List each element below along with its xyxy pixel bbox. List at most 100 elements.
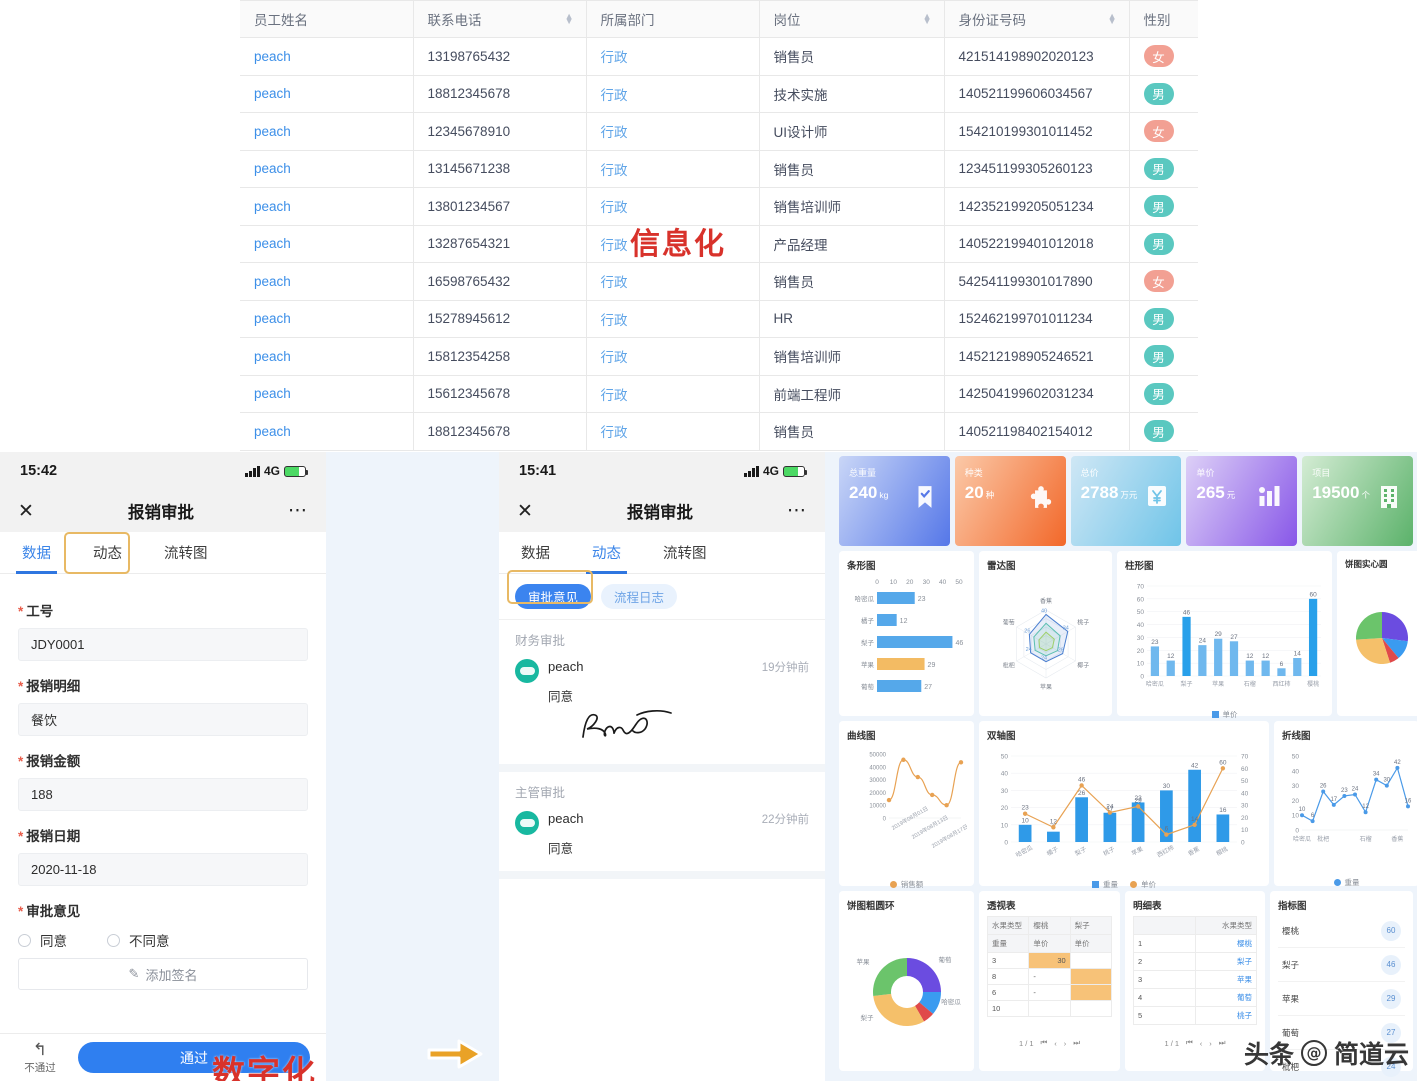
tab-1[interactable]: 动态 [586, 532, 627, 574]
close-icon[interactable]: ✕ [517, 502, 533, 521]
svg-text:24: 24 [1199, 638, 1207, 645]
table-row[interactable]: peach 13145671238 行政 销售员 123451199305260123 男 [240, 150, 1198, 188]
cell-name[interactable]: peach [240, 412, 414, 451]
cell-gender: 男 [1129, 375, 1198, 413]
cell-department[interactable]: 行政 [586, 75, 760, 113]
pencil-icon: ✎ [128, 966, 140, 981]
kpi-card-1[interactable]: 种类 20 种 [954, 456, 1066, 546]
cell-department[interactable]: 行政 [586, 300, 760, 338]
svg-text:10: 10 [1137, 661, 1145, 668]
table-row[interactable]: peach 13198765432 行政 销售员 421514198902020123 女 [240, 37, 1198, 76]
field-input-1[interactable]: 餐饮 [18, 703, 308, 736]
pivot-pager[interactable]: 1 / 1 ⏮ ‹ › ⏭ [987, 1038, 1112, 1048]
cell-name[interactable]: peach [240, 112, 414, 151]
last-page-icon[interactable]: ⏭ [1073, 1038, 1080, 1048]
detail-cell-fruit[interactable]: 苹果 [1194, 970, 1258, 989]
cell-department[interactable]: 行政 [586, 150, 760, 188]
cell-name[interactable]: peach [240, 375, 414, 413]
gender-badge: 男 [1143, 345, 1174, 368]
field-input-2[interactable]: 188 [18, 778, 308, 811]
table-row[interactable]: peach 18812345678 行政 销售员 140521198402154012 男 [240, 412, 1198, 451]
prev-page-icon[interactable]: ‹ [1200, 1039, 1203, 1048]
table-row[interactable]: peach 16598765432 行政 销售员 542541199301017890 女 [240, 262, 1198, 301]
cell-department[interactable]: 行政 [586, 337, 760, 376]
detail-cell-fruit[interactable]: 桃子 [1194, 1006, 1258, 1025]
cell-department[interactable]: 行政 [586, 412, 760, 451]
sort-icon[interactable]: ▲ ▼ [1108, 12, 1117, 26]
detail-cell-index: 2 [1133, 952, 1196, 971]
field-input-0[interactable]: JDY0001 [18, 628, 308, 661]
close-icon[interactable]: ✕ [18, 502, 34, 521]
table-row[interactable]: peach 15612345678 行政 前端工程师 14250419960203123… [240, 375, 1198, 413]
cell-department[interactable]: 行政 [586, 375, 760, 413]
svg-text:24: 24 [1041, 656, 1047, 662]
cell-phone: 13145671238 [413, 150, 587, 188]
column-header-1[interactable]: 联系电话 ▲ ▼ [413, 0, 587, 38]
kpi-card-0[interactable]: 总重量 240 kg [839, 456, 950, 546]
card-title: 指标图 [1278, 901, 1307, 912]
detail-pager[interactable]: 1 / 1 ⏮ ‹ › ⏭ [1133, 1038, 1257, 1048]
last-page-icon[interactable]: ⏭ [1219, 1038, 1226, 1048]
cell-department[interactable]: 行政 [586, 37, 760, 76]
column-header-4[interactable]: 身份证号码 ▲ ▼ [944, 0, 1130, 38]
cell-name[interactable]: peach [240, 337, 414, 376]
cell-name[interactable]: peach [240, 75, 414, 113]
detail-cell-fruit[interactable]: 樱桃 [1194, 934, 1258, 953]
table-row[interactable]: peach 12345678910 行政 UI设计师 15421019930101145… [240, 112, 1198, 151]
tab-2[interactable]: 流转图 [164, 532, 208, 574]
dual-legend: 重量 单价 [987, 879, 1261, 890]
column-header-3[interactable]: 岗位 ▲ ▼ [759, 0, 945, 38]
cell-department[interactable]: 行政 [586, 112, 760, 151]
tab-2[interactable]: 流转图 [663, 532, 707, 574]
kpi-card-2[interactable]: 总价 2788 万元 [1070, 456, 1182, 546]
svg-text:40000: 40000 [869, 765, 886, 771]
prev-page-icon[interactable]: ‹ [1054, 1039, 1057, 1048]
next-page-icon[interactable]: › [1064, 1039, 1067, 1048]
first-page-icon[interactable]: ⏮ [1186, 1038, 1193, 1048]
field-input-3[interactable]: 2020-11-18 [18, 853, 308, 886]
detail-cell-fruit[interactable]: 葡萄 [1194, 988, 1258, 1007]
table-row[interactable]: peach 18812345678 行政 技术实施 140521199606034567… [240, 75, 1198, 113]
next-page-icon[interactable]: › [1209, 1039, 1212, 1048]
add-signature-button[interactable]: ✎ 添加签名 [18, 958, 308, 990]
kpi-card-4[interactable]: 项目 19500 个 [1302, 456, 1413, 546]
tab-0[interactable]: 数据 [521, 532, 550, 574]
cell-name[interactable]: peach [240, 150, 414, 188]
svg-text:梨子: 梨子 [1181, 680, 1193, 688]
cell-name[interactable]: peach [240, 187, 414, 226]
reject-button[interactable]: ↰ 不通过 [16, 1041, 64, 1075]
cell-name[interactable]: peach [240, 262, 414, 301]
pivot-cell-weight: 8 [987, 968, 1030, 985]
column-header-5: 性别 [1129, 0, 1198, 38]
indicator-label: 樱桃 [1282, 925, 1300, 936]
segment-0[interactable]: 审批意见 [515, 584, 592, 609]
log-comment: 同意 [548, 690, 574, 704]
kpi-title: 总价 [1080, 468, 1099, 478]
cell-name[interactable]: peach [240, 37, 414, 76]
tab-1[interactable]: 动态 [93, 532, 122, 574]
cell-name[interactable]: peach [240, 225, 414, 263]
pivot-cell-pear [1069, 1000, 1112, 1017]
kpi-card-3[interactable]: 单价 265 元 [1186, 456, 1298, 546]
gender-badge: 男 [1143, 382, 1174, 405]
radio-option-0[interactable]: 同意 [18, 930, 67, 950]
more-icon[interactable]: ⋯ [288, 501, 308, 521]
cell-position: 销售员 [759, 412, 945, 451]
sort-icon[interactable]: ▲ ▼ [923, 12, 932, 26]
more-icon[interactable]: ⋯ [787, 501, 807, 521]
sort-icon[interactable]: ▲ ▼ [565, 12, 574, 26]
log-comment: 同意 [548, 842, 574, 856]
detail-cell-fruit[interactable]: 梨子 [1194, 952, 1258, 971]
signature-image [582, 709, 672, 738]
radio-option-1[interactable]: 不同意 [107, 930, 170, 950]
cell-name[interactable]: peach [240, 300, 414, 338]
svg-text:20000: 20000 [869, 791, 886, 797]
required-marker: * [18, 829, 24, 844]
cell-department[interactable]: 行政 [586, 262, 760, 301]
table-row: 6- [987, 984, 1112, 1001]
table-row[interactable]: peach 15812354258 行政 销售培训师 14521219890524652… [240, 337, 1198, 376]
first-page-icon[interactable]: ⏮ [1041, 1038, 1048, 1048]
table-row[interactable]: peach 15278945612 行政 HR 152462199701011234 男 [240, 300, 1198, 338]
segment-1[interactable]: 流程日志 [601, 584, 678, 609]
tab-0[interactable]: 数据 [16, 532, 57, 574]
